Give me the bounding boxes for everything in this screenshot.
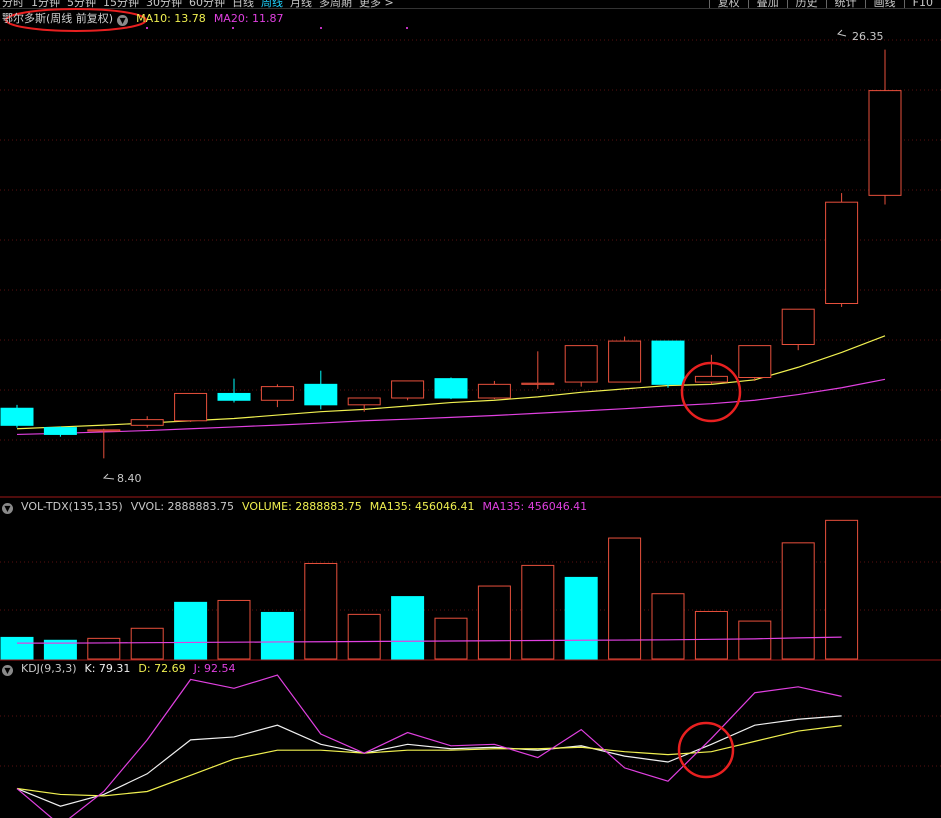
marker-dot [320,27,322,29]
volume-bar [738,620,772,660]
marker-dot [146,27,148,29]
volume-bar [694,610,728,660]
candle-body [564,345,598,383]
ma135-value-b: MA135: 456046.41 [482,500,588,513]
chevron-down-icon[interactable]: ▼ [117,15,129,26]
candle-body [738,345,772,379]
candle-body [174,392,208,422]
kdj-d-line [16,725,842,797]
volume-bar [0,636,34,660]
volume-bar [130,627,164,660]
ma20-value: MA20: 11.87 [213,12,284,25]
candle-body [304,383,338,406]
kline-chart: 26.35 8.40 [0,8,941,818]
candle-body [260,386,294,401]
main-legend: 鄂尔多斯(周线 前复权) ▼ MA10: 13.78 MA20: 11.87 [2,12,292,26]
chevron-down-icon[interactable]: ▼ [2,665,13,676]
marker-dot [232,27,234,29]
volume-bar [347,613,381,660]
volume-bar [304,562,338,660]
min-price-label: 8.40 [117,472,142,485]
volume-bar [825,519,859,660]
volume-bar [434,617,468,660]
candle-body [434,378,468,399]
chevron-down-icon[interactable]: ▼ [2,503,13,514]
k-value: K: 79.31 [84,662,131,675]
volume-bar [608,537,642,660]
highlight-circle [677,721,735,779]
candle-body [781,308,815,345]
ma10-value: MA10: 13.78 [136,12,206,25]
candle-body [347,397,381,406]
candle-body [651,340,685,385]
vvol-value: VVOL: 2888883.75 [130,500,235,513]
d-value: D: 72.69 [138,662,186,675]
candle-body [608,340,642,383]
candle-body [521,382,555,385]
candle-body [130,419,164,426]
ma135-value-a: MA135: 456046.41 [369,500,475,513]
candle-body [0,407,34,426]
volume-value: VOLUME: 2888883.75 [242,500,362,513]
volume-bar [651,593,685,660]
candle-body [694,375,728,383]
volume-bar [260,611,294,660]
volume-bar [781,542,815,660]
volume-bar [477,585,511,660]
vol-indicator-name[interactable]: VOL-TDX(135,135) [21,500,123,513]
j-value: J: 92.54 [193,662,236,675]
volume-bar [87,637,121,660]
kdj-indicator-name[interactable]: KDJ(9,3,3) [21,662,77,675]
candle-body [868,90,902,196]
volume-bar [521,564,555,660]
volume-bar [217,599,251,660]
volume-bar [564,576,598,660]
candle-body [43,427,77,435]
max-pointer-icon [837,29,847,37]
candle-body [825,201,859,305]
volume-bar [174,601,208,660]
min-pointer-icon [102,473,115,480]
max-price-label: 26.35 [852,30,884,43]
candle-body [391,380,425,399]
vol-legend: ▼ VOL-TDX(135,135) VVOL: 2888883.75 VOLUME:… [2,500,595,514]
marker-dot [406,27,408,29]
candle-body [477,383,511,399]
kdj-legend: ▼ KDJ(9,3,3) K: 79.31 D: 72.69 J: 92.54 [2,662,244,676]
candle-body [217,392,251,401]
candle-body [87,429,121,432]
stock-title[interactable]: 鄂尔多斯(周线 前复权) [2,12,113,25]
volume-bar [391,596,425,660]
